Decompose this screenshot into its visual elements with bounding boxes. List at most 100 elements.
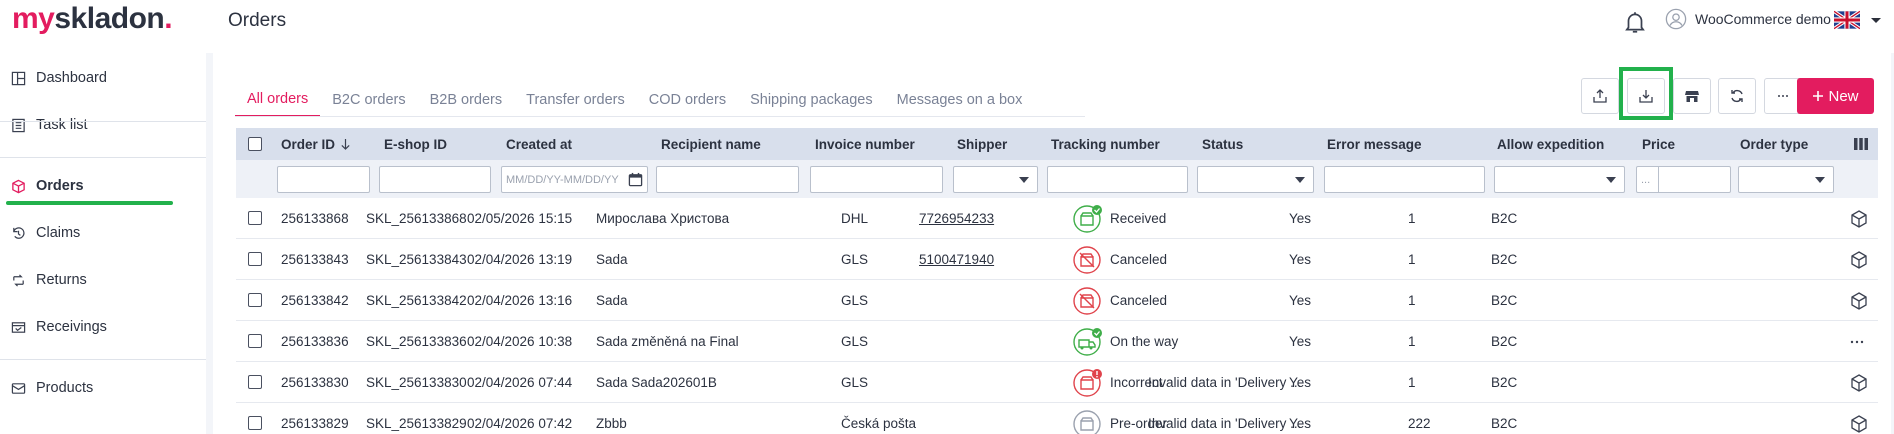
price-cell: 1 [1408,252,1416,267]
created-at-cell: 02/05/2026 15:15 [467,211,573,226]
bell-icon[interactable] [1622,9,1648,35]
tab-b2b-orders[interactable]: B2B orders [418,83,515,117]
more-icon[interactable] [1849,334,1865,350]
row-checkbox[interactable] [248,416,262,430]
table-header: Order ID E-shop ID Created at Recipient … [236,128,1878,160]
column-allow-expedition[interactable]: Allow expedition [1497,128,1604,160]
recipient-name-cell: Sada změněná na Final [596,334,739,349]
column-order-id[interactable]: Order ID [281,128,351,160]
columns-icon[interactable] [1854,138,1868,150]
row-action[interactable] [1849,362,1869,403]
logo[interactable]: myskladon. [12,2,173,36]
tab-shipping-packages[interactable]: Shipping packages [738,83,885,117]
column-eshop-id[interactable]: E-shop ID [384,128,447,160]
error-message-filter[interactable] [1324,166,1485,193]
row-action[interactable] [1849,321,1865,362]
sidebar-item-claims[interactable]: Claims [0,214,206,252]
select-all-checkbox[interactable] [248,137,262,151]
tracking-number-filter[interactable] [1047,166,1188,193]
allow-expedition-cell: Yes [1289,334,1312,349]
column-status[interactable]: Status [1202,128,1243,160]
recipient-name-cell: Zbbb [596,416,627,431]
tab-all-orders[interactable]: All orders [235,83,321,117]
tab-b2c-orders[interactable]: B2C orders [320,83,417,117]
import-button[interactable] [1627,78,1665,114]
recipient-name-filter[interactable] [656,166,799,193]
tracking-number-cell[interactable]: 7726954233 [919,198,994,239]
eshop-id-cell: SKL_256133842 [366,293,467,308]
row-checkbox[interactable] [248,375,262,389]
sidebar-item-receivings[interactable]: Receivings [0,308,206,346]
sidebar-item-orders[interactable]: Orders [0,167,206,205]
main-content: All orders B2C orders B2B orders Transfe… [210,53,1894,434]
table-row[interactable]: 256133830 SKL_256133830 02/04/2026 07:44 Sa… [236,362,1878,403]
allow-expedition-cell: Yes [1289,375,1312,390]
row-action[interactable] [1849,280,1869,321]
row-action[interactable] [1849,239,1869,280]
order-id-cell: 256133843 [281,252,349,267]
table-row[interactable]: 256133836 SKL_256133836 02/04/2026 10:38 Sa… [236,321,1878,362]
new-order-button[interactable]: New [1797,78,1874,114]
chevron-down-icon[interactable] [1870,17,1882,25]
sidebar-item-products[interactable]: Products [0,369,206,407]
eshop-id-filter[interactable] [379,166,491,193]
refresh-button[interactable] [1718,78,1756,114]
status-label: Incorrect [1110,375,1163,390]
allow-expedition-select[interactable] [1494,166,1625,193]
price-cell: 222 [1408,416,1431,431]
status-select[interactable] [1197,166,1314,193]
tab-cod-orders[interactable]: COD orders [637,83,738,117]
column-invoice-number[interactable]: Invoice number [815,128,915,160]
column-recipient-name[interactable]: Recipient name [661,128,761,160]
divider [0,157,206,158]
table-row[interactable]: 256133868 SKL_256133868 02/05/2026 15:15 Ми… [236,198,1878,239]
status-cell: On the way [1072,321,1178,362]
order-id-filter[interactable] [277,166,370,193]
user-menu[interactable]: WooCommerce demo [1665,8,1831,30]
status-label: Canceled [1110,252,1168,267]
calendar-icon[interactable] [628,172,643,187]
canceled-status-icon [1073,245,1101,274]
row-action[interactable] [1849,403,1869,434]
column-created-at[interactable]: Created at [506,128,572,160]
price-filter[interactable]: ... [1636,166,1731,193]
uk-flag-icon[interactable] [1834,10,1860,30]
row-checkbox[interactable] [248,252,262,266]
created-at-filter[interactable]: MM/DD/YY-MM/DD/YY [501,166,648,193]
invoice-number-filter[interactable] [810,166,943,193]
tracking-number-cell[interactable]: 5100471940 [919,239,994,280]
table-row[interactable]: 256133842 SKL_256133842 02/04/2026 13:16 Sa… [236,280,1878,321]
row-checkbox[interactable] [248,293,262,307]
column-tracking-number[interactable]: Tracking number [1051,128,1160,160]
shipper-select[interactable] [953,166,1038,193]
logo-my: my [12,2,55,35]
sidebar-item-returns[interactable]: Returns [0,261,206,299]
cube-icon[interactable] [1849,373,1869,393]
export-button[interactable] [1581,78,1619,114]
row-checkbox[interactable] [248,211,262,225]
column-error-message[interactable]: Error message [1327,128,1422,160]
sort-down-icon[interactable] [340,138,351,151]
column-order-type[interactable]: Order type [1740,128,1808,160]
cube-icon[interactable] [1849,291,1869,311]
cube-icon[interactable] [1849,414,1869,434]
eshop-id-cell: SKL_256133843 [366,252,467,267]
column-price[interactable]: Price [1642,128,1675,160]
eshop-id-cell: SKL_256133830 [366,375,467,390]
row-checkbox[interactable] [248,334,262,348]
table-row[interactable]: 256133829 SKL_256133829 02/04/2026 07:42 Zb… [236,403,1878,434]
chevron-down-icon [1815,177,1825,183]
row-action[interactable] [1849,198,1869,239]
order-type-select[interactable] [1738,166,1834,193]
tab-messages-on-a-box[interactable]: Messages on a box [885,83,1035,117]
sidebar-item-task-list[interactable]: Task list [0,106,206,144]
status-cell: Pre-order [1072,403,1167,434]
allow-expedition-cell: Yes [1289,293,1312,308]
table-row[interactable]: 256133843 SKL_256133843 02/04/2026 13:19 Sa… [236,239,1878,280]
cube-icon[interactable] [1849,209,1869,229]
store-button[interactable] [1673,78,1711,114]
tab-transfer-orders[interactable]: Transfer orders [514,83,637,117]
cube-icon[interactable] [1849,250,1869,270]
column-shipper[interactable]: Shipper [957,128,1007,160]
sidebar-item-dashboard[interactable]: Dashboard [0,59,206,97]
